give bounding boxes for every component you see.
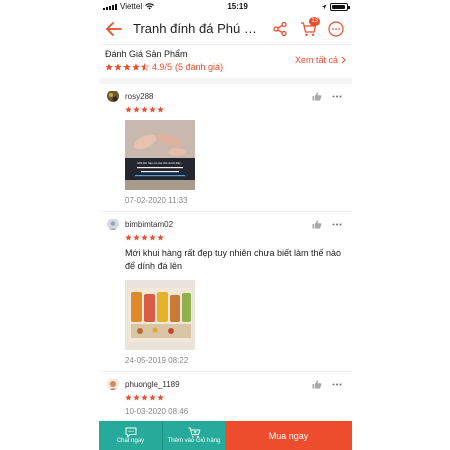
buy-now-label: Mua ngay xyxy=(268,430,309,441)
more-options-button[interactable] xyxy=(324,17,348,41)
review-actions xyxy=(312,92,342,101)
star-icon xyxy=(114,63,122,71)
add-to-cart-icon xyxy=(188,427,200,438)
review-photo[interactable]: Mới khi hạn có các thứ dưới đây... xyxy=(125,120,195,190)
chat-now-button[interactable]: Chat ngay xyxy=(99,421,162,450)
bottom-action-bar: Chat ngay Thêm vào Giỏ hàng Mua ngay xyxy=(99,421,352,450)
star-icon xyxy=(141,106,148,113)
star-icon xyxy=(105,63,113,71)
review-stars xyxy=(125,106,344,113)
review-stars xyxy=(125,394,344,401)
rating-count: (5 đánh giá) xyxy=(175,62,224,72)
page-title: Tranh đính đá Phú qu... xyxy=(133,21,264,36)
star-icon xyxy=(133,234,140,241)
thumbs-up-icon[interactable] xyxy=(312,380,322,389)
battery-fill xyxy=(332,4,346,9)
cart-button[interactable]: 13 xyxy=(296,16,320,41)
star-icon xyxy=(141,394,148,401)
review-username: phuongle_1189 xyxy=(125,379,180,389)
review-header: phuongle_1189 xyxy=(107,378,344,390)
share-icon xyxy=(273,21,287,36)
review-date: 24-05-2019 08:22 xyxy=(125,356,189,365)
more-options-icon[interactable] xyxy=(332,223,342,226)
rating-summary-left: Đánh Giá Sản Phẩm 4.9/5 (5 đánh giá) xyxy=(105,49,223,72)
add-to-cart-button[interactable]: Thêm vào Giỏ hàng xyxy=(162,421,225,450)
see-all-label: Xem tất cả xyxy=(294,55,338,65)
thumbs-up-icon[interactable] xyxy=(312,92,322,101)
rating-summary: Đánh Giá Sản Phẩm 4.9/5 (5 đánh giá) Xem… xyxy=(99,45,352,84)
share-button[interactable] xyxy=(268,17,292,41)
chat-icon xyxy=(125,427,136,438)
rating-stars xyxy=(105,63,149,71)
battery-icon xyxy=(330,2,350,11)
chat-now-label: Chat ngay xyxy=(116,438,145,444)
back-button[interactable] xyxy=(103,18,125,40)
see-all-link[interactable]: Xem tất cả xyxy=(295,55,346,65)
review-body: Mới khi hạn có các thứ dưới đây... 07-02… xyxy=(125,120,344,205)
star-icon xyxy=(133,394,140,401)
avatar[interactable] xyxy=(107,90,119,102)
review-item: rosy288 Mới khi hạn có các thứ dưới đây.… xyxy=(99,84,352,212)
star-icon xyxy=(149,106,156,113)
star-icon xyxy=(123,63,131,71)
star-icon xyxy=(125,394,132,401)
half-star-icon xyxy=(141,63,149,71)
buy-now-button[interactable]: Mua ngay xyxy=(225,421,352,450)
carrier-label: Viettel xyxy=(120,2,143,11)
review-actions xyxy=(312,380,342,389)
chevron-right-icon xyxy=(341,56,346,64)
star-icon xyxy=(141,234,148,241)
more-options-icon[interactable] xyxy=(332,95,342,98)
avatar[interactable] xyxy=(107,218,119,230)
review-item: phuongle_1189 10-03-2020 08:46 xyxy=(99,372,352,423)
star-icon xyxy=(125,106,132,113)
review-photo[interactable] xyxy=(125,280,195,350)
review-header: rosy288 xyxy=(107,90,344,102)
review-date: 07-02-2020 11:33 xyxy=(125,196,188,205)
star-icon xyxy=(157,234,164,241)
status-time: 15:19 xyxy=(227,2,248,11)
star-icon xyxy=(149,234,156,241)
avatar[interactable] xyxy=(107,378,119,390)
status-right xyxy=(321,2,350,11)
review-username: rosy288 xyxy=(125,91,154,101)
status-bar: Viettel 15:19 xyxy=(99,0,352,13)
star-icon xyxy=(125,234,132,241)
star-icon xyxy=(132,63,140,71)
add-to-cart-label: Thêm vào Giỏ hàng xyxy=(167,438,221,444)
review-body: Mới khui hàng rất đẹp tuy nhiên chưa biế… xyxy=(125,247,344,365)
wifi-icon xyxy=(145,3,154,10)
review-actions xyxy=(312,220,342,229)
top-nav-bar: Tranh đính đá Phú qu... 13 xyxy=(99,13,352,45)
star-icon xyxy=(157,106,164,113)
rating-score-row: 4.9/5 (5 đánh giá) xyxy=(105,62,223,72)
signal-icon xyxy=(103,3,117,10)
review-header: bimbimtam02 xyxy=(107,218,344,230)
review-username: bimbimtam02 xyxy=(125,219,174,229)
review-comment: Mới khui hàng rất đẹp tuy nhiên chưa biế… xyxy=(125,248,342,271)
star-icon xyxy=(133,106,140,113)
location-icon xyxy=(321,4,327,9)
more-options-icon[interactable] xyxy=(332,383,342,386)
review-photo-caption: Mới khi hạn có các thứ dưới đây... xyxy=(137,161,183,165)
review-date: 10-03-2020 08:46 xyxy=(125,407,189,416)
rating-title: Đánh Giá Sản Phẩm xyxy=(105,49,188,59)
rating-score: 4.9/5 xyxy=(152,62,173,72)
review-stars xyxy=(125,234,344,241)
status-left: Viettel xyxy=(103,2,154,11)
review-item: bimbimtam02 Mới khui hàng rất đẹp tuy nh… xyxy=(99,212,352,372)
more-icon xyxy=(328,20,344,37)
star-icon xyxy=(157,394,164,401)
star-icon xyxy=(149,394,156,401)
app-screen: Viettel 15:19 Tranh đính đá Phú qu... 13… xyxy=(99,0,352,450)
cart-badge: 13 xyxy=(309,16,320,26)
thumbs-up-icon[interactable] xyxy=(312,220,322,229)
review-body: 10-03-2020 08:46 xyxy=(125,407,344,416)
back-arrow-icon xyxy=(106,21,122,36)
